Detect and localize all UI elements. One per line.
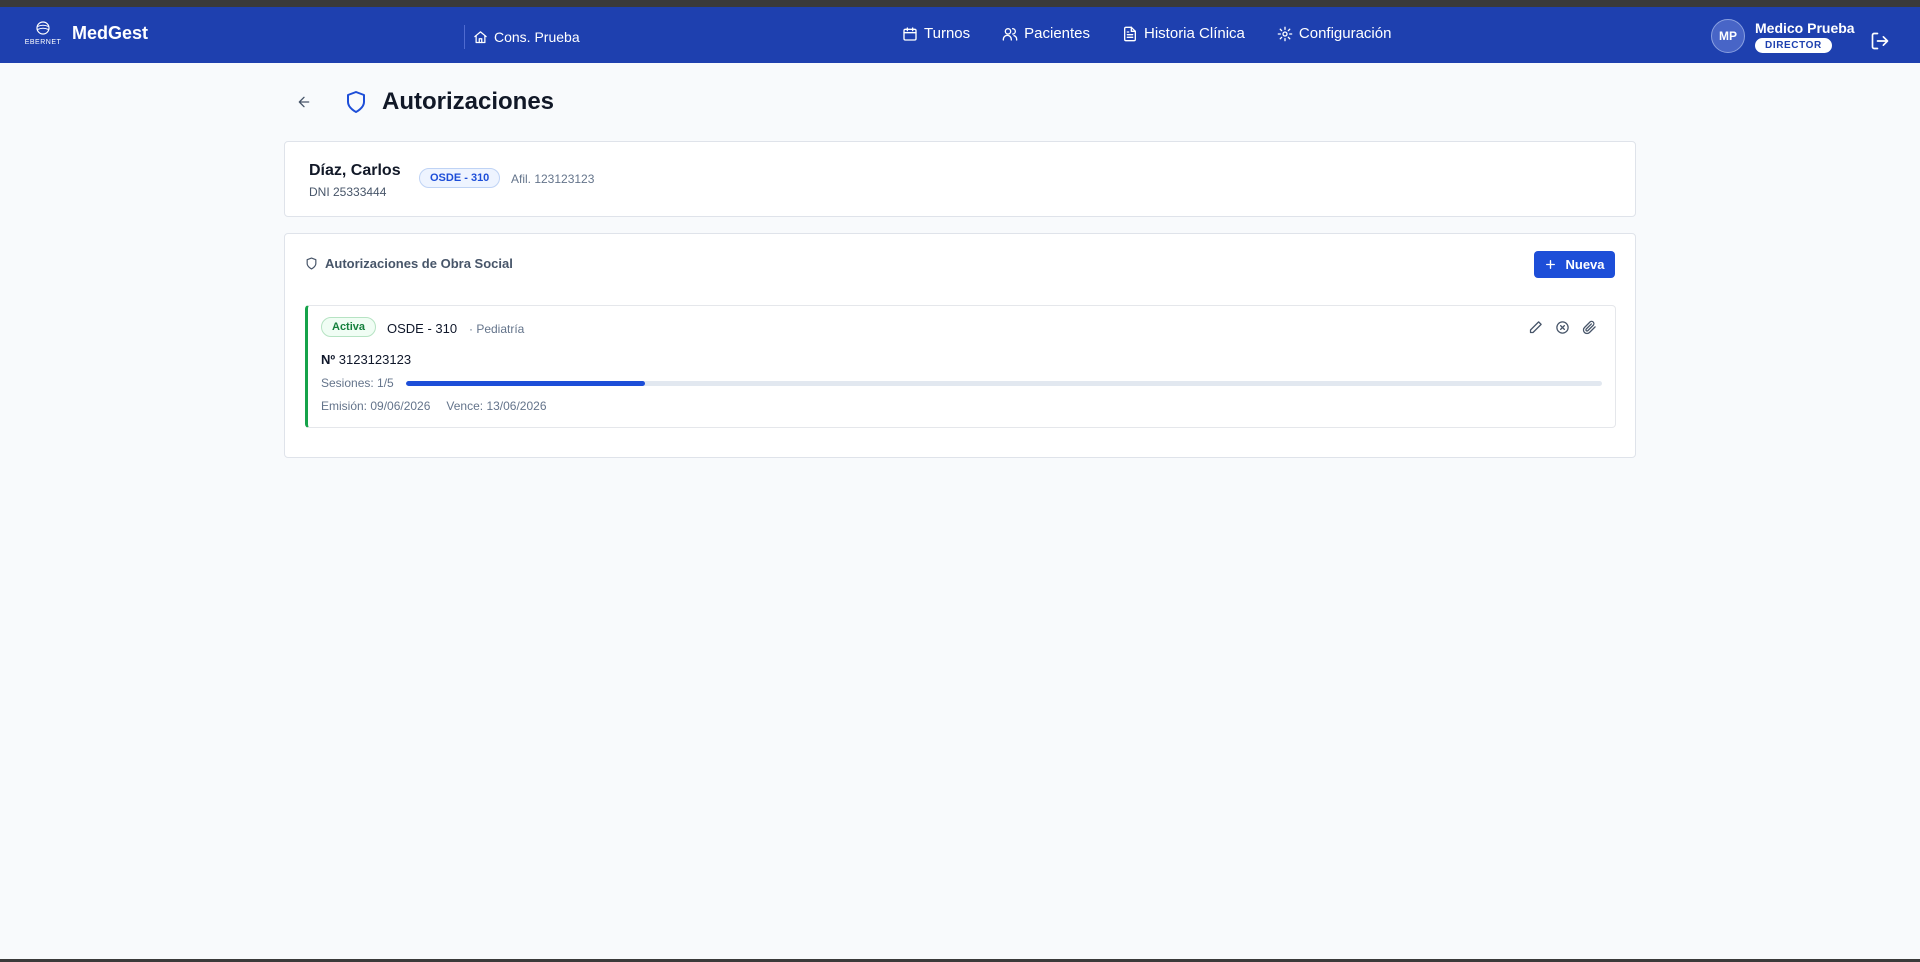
sessions-label: Sesiones: 1/5 (321, 376, 394, 390)
cancel-circle-x-icon[interactable] (1555, 320, 1570, 335)
authorization-obra-social: OSDE - 310 (387, 321, 458, 336)
authorization-number: Nº 3123123123 (321, 352, 411, 367)
shield-icon (306, 257, 317, 270)
emission-date: Emisión: 09/06/2026 (321, 399, 431, 413)
app-logo[interactable]: EBERNET (24, 20, 62, 52)
section-title: Autorizaciones de Obra Social (305, 256, 513, 271)
user-name: Medico Prueba (1755, 19, 1855, 36)
authorization-specialty: · Pediatría (469, 322, 525, 336)
logout-icon[interactable] (1870, 31, 1890, 51)
user-info: Medico Prueba DIRECTOR (1755, 20, 1855, 53)
file-text-icon (1124, 26, 1137, 41)
status-badge: Activa (321, 317, 377, 337)
section-title-label: Autorizaciones de Obra Social (325, 256, 513, 271)
brand-name[interactable]: MedGest (72, 23, 148, 44)
number-value: 3123123123 (338, 352, 412, 367)
logo-text: EBERNET (24, 39, 62, 46)
item-actions (1528, 320, 1597, 335)
patient-card: Díaz, Carlos DNI 25333444 OSDE - 310 Afi… (284, 141, 1636, 217)
sessions-progress-bar (406, 381, 1602, 386)
expiry-date: Vence: 13/06/2026 (446, 399, 547, 413)
nav-item-pacientes[interactable]: Pacientes (1002, 25, 1090, 42)
paperclip-icon[interactable] (1582, 320, 1597, 335)
avatar[interactable]: MP (1711, 19, 1745, 53)
clinic-selector[interactable]: Cons. Prueba (464, 25, 580, 49)
calendar-icon (903, 26, 917, 41)
number-label: Nº (321, 352, 336, 367)
affiliate-number: Afil. 123123123 (511, 172, 595, 186)
window-top-strip (0, 0, 1920, 7)
home-icon (474, 30, 487, 43)
top-navbar: EBERNET MedGest Cons. Prueba Turnos Paci… (0, 7, 1920, 63)
back-button[interactable] (284, 86, 324, 118)
page-header: Autorizaciones (284, 86, 554, 118)
authorization-item[interactable]: Activa OSDE - 310 · Pediatría Nº 3123123… (305, 305, 1616, 428)
page-title: Autorizaciones (382, 88, 555, 115)
shield-icon (347, 91, 365, 113)
user-menu[interactable]: MP Medico Prueba DIRECTOR (1711, 19, 1855, 53)
nav-item-label: Historia Clínica (1144, 25, 1245, 42)
authorization-dates: Emisión: 09/06/2026 Vence: 13/06/2026 (321, 399, 547, 413)
nav-item-turnos[interactable]: Turnos (902, 25, 970, 42)
new-button-label: Nueva (1565, 257, 1605, 272)
users-icon (1002, 27, 1018, 41)
nav-item-label: Pacientes (1024, 25, 1091, 42)
new-authorization-button[interactable]: Nueva (1534, 251, 1615, 278)
gear-icon (1277, 26, 1293, 41)
user-role-badge: DIRECTOR (1755, 37, 1832, 53)
obra-social-badge: OSDE - 310 (419, 168, 501, 188)
patient-dni: DNI 25333444 (309, 185, 387, 199)
globe-logo-icon (36, 21, 50, 35)
patient-name: Díaz, Carlos (309, 162, 401, 179)
nav-item-label: Turnos (924, 25, 971, 42)
plus-icon (1546, 260, 1556, 269)
edit-pencil-icon[interactable] (1528, 320, 1543, 335)
clinic-name: Cons. Prueba (494, 29, 580, 45)
nav-item-configuracion[interactable]: Configuración (1277, 25, 1392, 42)
sessions-progress-fill (406, 381, 646, 386)
nav-item-label: Configuración (1298, 25, 1392, 42)
arrow-left-icon (298, 96, 310, 108)
main-nav: Turnos Pacientes Historia Clínica Config… (902, 25, 1391, 42)
nav-item-historia-clinica[interactable]: Historia Clínica (1122, 25, 1245, 42)
authorizations-panel: Autorizaciones de Obra Social Nueva Acti… (284, 233, 1636, 458)
